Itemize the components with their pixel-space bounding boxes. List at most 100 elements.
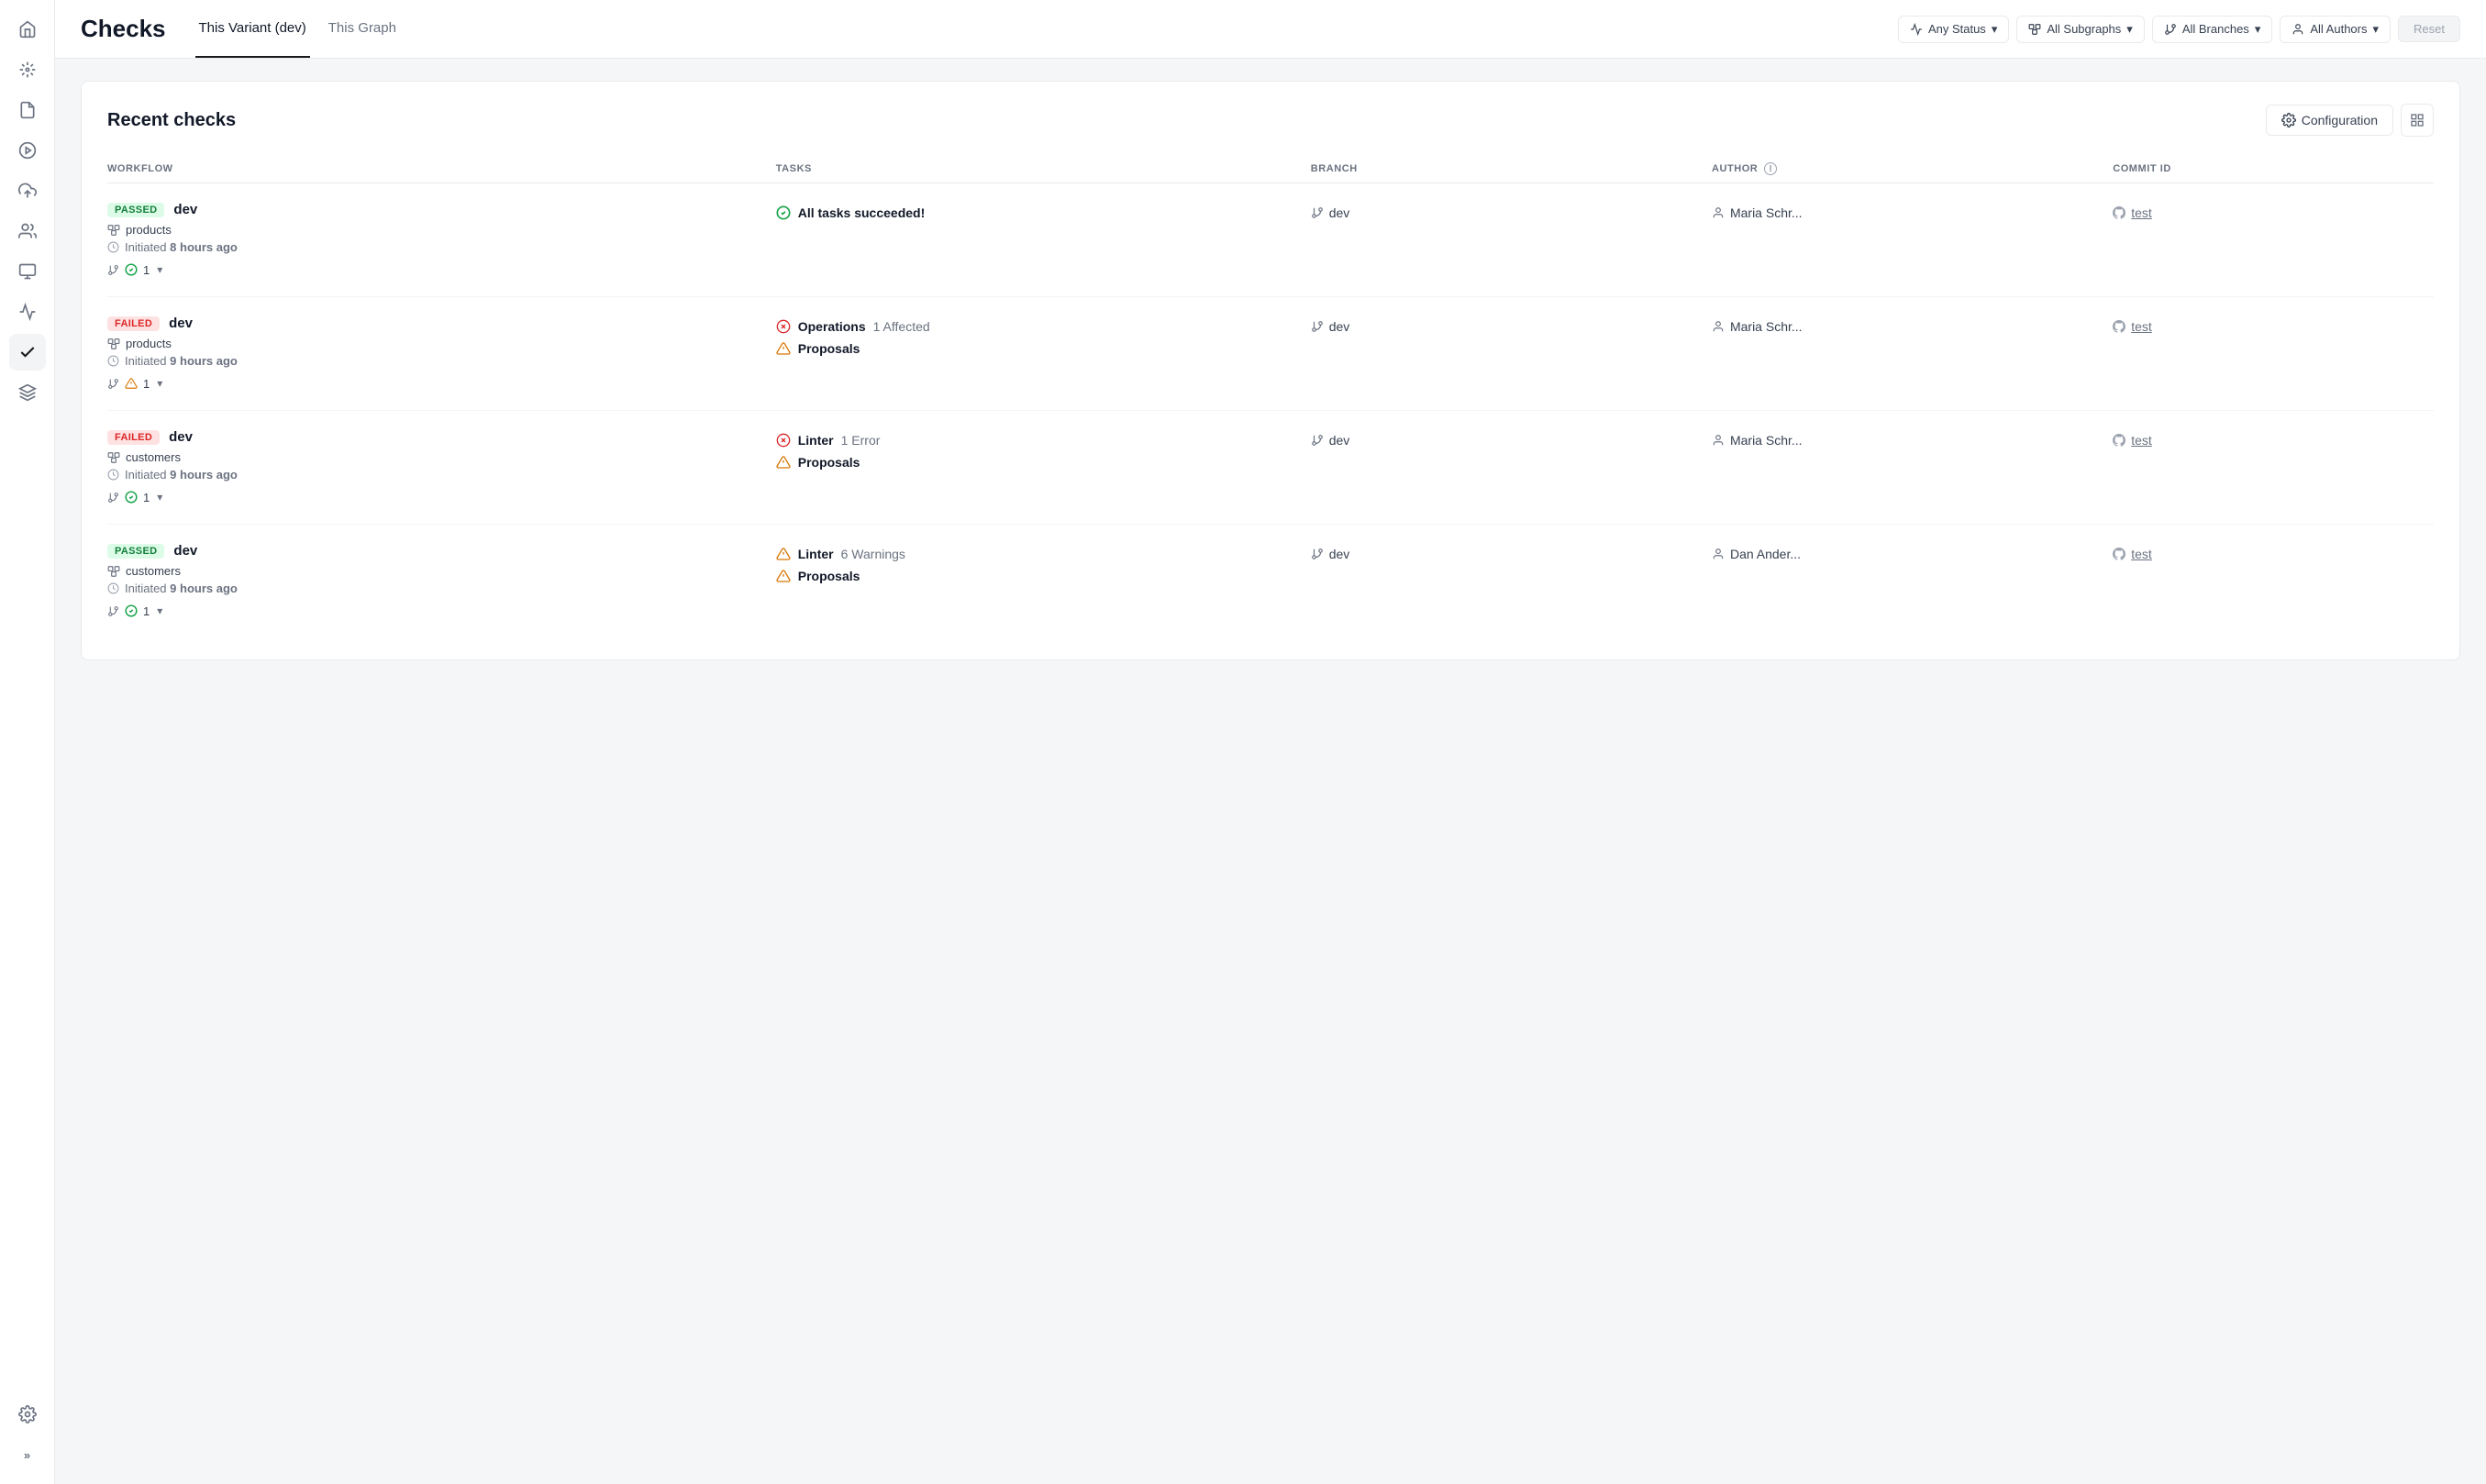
sidebar-icon-upload[interactable] [9,172,46,209]
workflow-time: Initiated 9 hours ago [107,354,776,368]
branch-cell: dev [1311,543,1712,561]
col-author: AUTHOR i [1712,162,2113,175]
workflow-checks: 1 ▾ [107,261,776,278]
workflow-branch-icon [107,378,119,390]
workflow-branch-icon [107,492,119,504]
commit-link[interactable]: test [2113,433,2434,448]
sidebar-icon-rocket2[interactable] [9,374,46,411]
workflow-subgraph: products [107,337,776,350]
commit-cell: test [2113,429,2434,448]
col-branch: BRANCH [1311,162,1712,175]
commit-link[interactable]: test [2113,547,2434,561]
configuration-button[interactable]: Configuration [2266,105,2393,136]
commit-link[interactable]: test [2113,205,2434,220]
sidebar-icon-play[interactable] [9,132,46,169]
subgraph-small-icon [107,338,120,350]
tab-this-graph[interactable]: This Graph [325,0,400,58]
sidebar-icon-settings[interactable] [9,1396,46,1433]
workflow-time: Initiated 9 hours ago [107,468,776,482]
expand-button[interactable]: ▾ [155,375,164,392]
task-item: Operations 1 Affected [776,319,1311,334]
commit-cell: test [2113,202,2434,220]
clock-icon [107,355,119,367]
commit-cell: test [2113,316,2434,334]
checks-table: PASSED dev products Initiated 8 hours ag… [107,183,2434,637]
subgraph-icon [2028,23,2041,36]
gear-icon [2281,113,2296,127]
error-icon [776,319,791,334]
warning-icon [776,569,791,583]
workflow-subgraph: customers [107,564,776,578]
workflow-cell: FAILED dev products Initiated 9 hours ag… [107,316,776,392]
filter-status[interactable]: Any Status ▾ [1898,16,2009,43]
workflow-time: Initiated 8 hours ago [107,240,776,254]
table-row[interactable]: PASSED dev products Initiated 8 hours ag… [107,183,2434,297]
task-item: Proposals [776,455,1311,470]
author-cell: Maria Schr... [1712,429,2113,448]
card-header: Recent checks Configuration [107,104,2434,137]
check-success-icon [125,263,138,276]
col-workflow: WORKFLOW [107,162,776,175]
clock-icon [107,241,119,253]
commit-link[interactable]: test [2113,319,2434,334]
check-success-icon [125,604,138,617]
table-row[interactable]: PASSED dev customers Initiated 9 hours a… [107,525,2434,637]
author-small-icon [1712,206,1725,219]
sidebar-icon-asterisk[interactable] [9,51,46,88]
author-cell: Maria Schr... [1712,202,2113,220]
content-area: Recent checks Configuration WORKFLOW [55,59,2486,1484]
sidebar-icon-checks[interactable] [9,334,46,371]
warning-icon [776,547,791,561]
branch-small-icon [1311,320,1324,333]
layout-icon [2410,113,2425,127]
branch-cell: dev [1311,202,1712,220]
sidebar-icon-rocket[interactable] [9,11,46,48]
expand-button[interactable]: ▾ [155,603,164,619]
table-row[interactable]: FAILED dev products Initiated 9 hours ag… [107,297,2434,411]
workflow-checks: 1 ▾ [107,603,776,619]
workflow-time: Initiated 9 hours ago [107,581,776,595]
table-row[interactable]: FAILED dev customers Initiated 9 hours a… [107,411,2434,525]
expand-button[interactable]: ▾ [155,261,164,278]
sidebar: » [0,0,55,1484]
github-icon [2113,548,2125,560]
workflow-name: dev [173,543,197,559]
filter-branches[interactable]: All Branches ▾ [2152,16,2273,43]
tasks-cell: All tasks succeeded! [776,202,1311,220]
filter-authors[interactable]: All Authors ▾ [2280,16,2391,43]
tab-bar: This Variant (dev) This Graph [195,0,400,58]
check-warning-icon [125,377,138,390]
workflow-cell: FAILED dev customers Initiated 9 hours a… [107,429,776,505]
filter-bar: Any Status ▾ All Subgraphs ▾ All Branche… [1898,16,2460,43]
workflow-branch-icon [107,605,119,617]
author-icon [2292,23,2304,36]
sidebar-icon-activity[interactable] [9,293,46,330]
sidebar-icon-monitor[interactable] [9,253,46,290]
check-success-icon [125,491,138,504]
tab-this-variant[interactable]: This Variant (dev) [195,0,310,58]
layout-button[interactable] [2401,104,2434,137]
subgraph-small-icon [107,565,120,578]
card-title: Recent checks [107,110,236,131]
filter-subgraphs[interactable]: All Subgraphs ▾ [2016,16,2144,43]
workflow-name: dev [169,316,193,331]
sidebar-expand[interactable]: » [9,1436,46,1473]
sidebar-icon-document[interactable] [9,92,46,128]
col-commit: COMMIT ID [2113,162,2434,175]
error-icon [776,433,791,448]
sidebar-icon-people[interactable] [9,213,46,249]
task-item: All tasks succeeded! [776,205,1311,220]
main-content: Checks This Variant (dev) This Graph Any… [55,0,2486,1484]
branch-small-icon [1311,434,1324,447]
branch-cell: dev [1311,429,1712,448]
workflow-cell: PASSED dev products Initiated 8 hours ag… [107,202,776,278]
tasks-cell: Operations 1 AffectedProposals [776,316,1311,356]
workflow-subgraph: customers [107,450,776,464]
status-badge: PASSED [107,203,164,217]
clock-icon [107,469,119,481]
status-badge: FAILED [107,316,160,331]
author-info-icon: i [1764,162,1777,175]
subgraph-small-icon [107,224,120,237]
expand-button[interactable]: ▾ [155,489,164,505]
reset-button[interactable]: Reset [2398,16,2460,42]
